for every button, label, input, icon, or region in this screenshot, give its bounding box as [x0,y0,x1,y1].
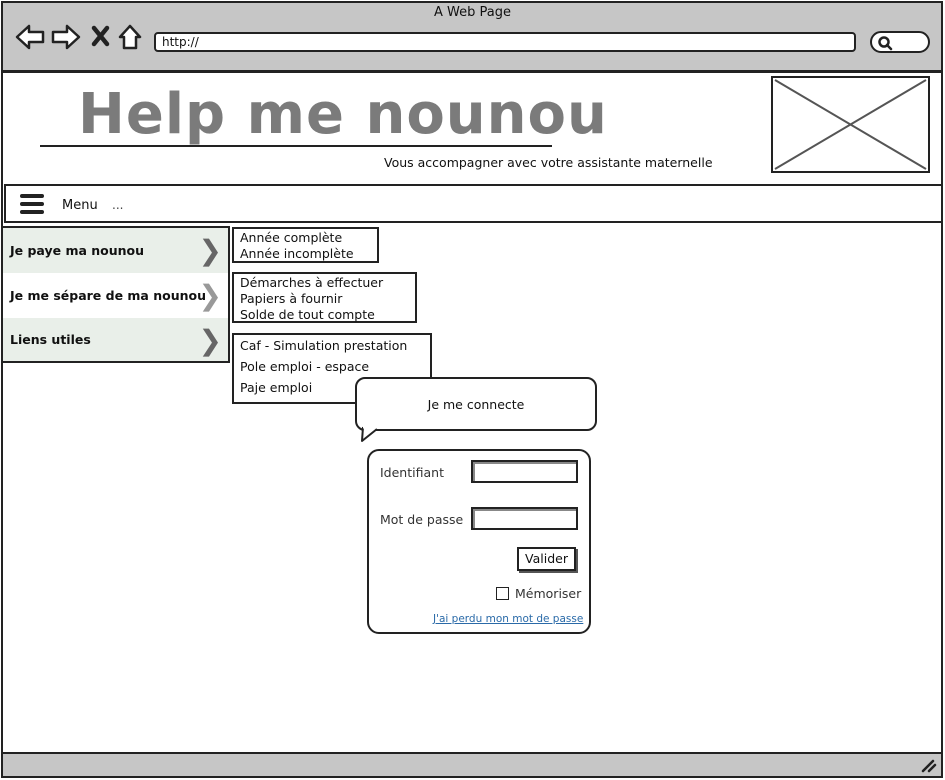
forward-icon[interactable] [51,24,81,50]
search-icon [878,36,893,51]
submenu-item[interactable]: Année incomplète [240,246,377,262]
nav-item-je-paye[interactable]: Je paye ma nounou ❯ [3,228,228,273]
remember-label: Mémoriser [515,586,582,601]
chevron-right-icon: ❯ [198,279,222,312]
submenu-item[interactable]: Papiers à fournir [240,291,415,307]
login-callout-bubble: Je me connecte [355,377,597,431]
side-navigation: Je paye ma nounou ❯ Je me sépare de ma n… [1,226,230,363]
menu-bar [4,184,943,223]
browser-search-field[interactable] [870,31,930,53]
remember-checkbox[interactable] [496,587,509,600]
submenu-item[interactable]: Caf - Simulation prestation [240,335,430,356]
username-label: Identifiant [380,465,444,480]
submenu-je-paye: Année complète Année incomplète [232,227,379,263]
submenu-item[interactable]: Démarches à effectuer [240,275,415,291]
browser-nav-icons [15,24,142,50]
address-bar-text: http:// [162,35,199,49]
nav-item-label: Liens utiles [10,332,91,347]
address-bar[interactable]: http:// [154,32,856,52]
menu-label[interactable]: Menu [62,198,98,213]
chevron-right-icon: ❯ [198,324,222,357]
password-input[interactable] [471,507,578,530]
chevron-right-icon: ❯ [198,234,222,267]
hamburger-icon[interactable] [20,193,46,215]
password-label: Mot de passe [380,512,464,527]
login-callout-text: Je me connecte [427,397,525,412]
nav-item-je-me-separe[interactable]: Je me sépare de ma nounou ❯ [3,273,228,318]
username-input[interactable] [471,460,578,483]
submenu-item[interactable]: Solde de tout compte [240,307,415,323]
nav-item-liens-utiles[interactable]: Liens utiles ❯ [3,318,228,361]
site-title: Help me nounou [78,82,608,147]
submenu-item[interactable]: Pole emploi - espace [240,356,430,377]
site-tagline: Vous accompagner avec votre assistante m… [384,155,713,170]
menu-more[interactable]: ... [112,198,123,212]
browser-status-bar [1,752,943,778]
callout-tail-icon [361,426,378,442]
close-icon[interactable] [91,25,110,47]
browser-title: A Web Page [434,5,511,20]
submenu-item[interactable]: Année complète [240,230,377,246]
title-underline [40,145,552,147]
image-placeholder-icon [774,79,927,170]
submenu-je-me-separe: Démarches à effectuer Papiers à fournir … [232,272,417,323]
resize-grip-icon[interactable] [918,756,938,774]
forgot-password-link[interactable]: J'ai perdu mon mot de passe [433,613,583,625]
submit-button[interactable]: Valider [517,547,576,571]
image-placeholder [771,76,930,173]
nav-item-label: Je paye ma nounou [10,243,145,258]
home-icon[interactable] [118,24,142,50]
nav-item-label: Je me sépare de ma nounou [10,288,206,303]
back-icon[interactable] [15,24,45,50]
